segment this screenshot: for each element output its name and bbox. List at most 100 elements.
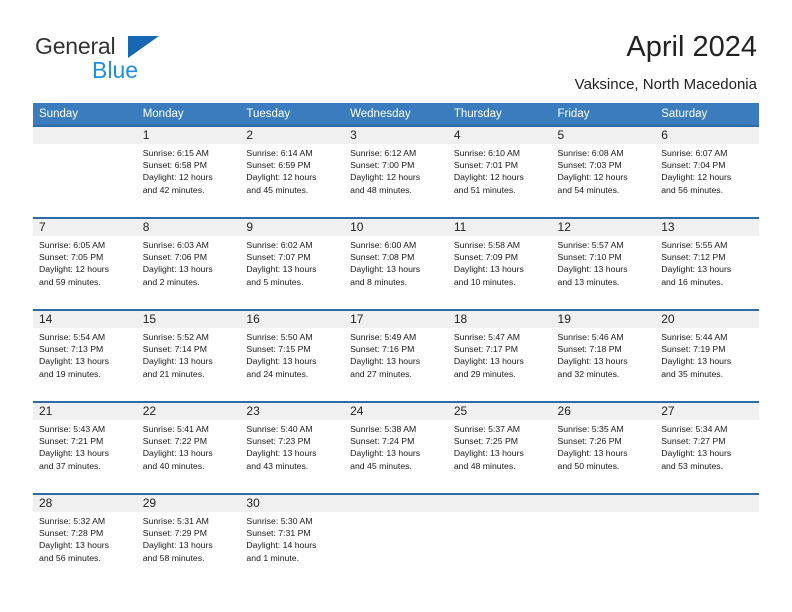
- sunset-text: Sunset: 7:21 PM: [39, 436, 104, 447]
- day-cell[interactable]: 10 Sunrise: 6:00 AM Sunset: 7:08 PM Dayl…: [344, 219, 448, 309]
- day-cell[interactable]: 26 Sunrise: 5:35 AM Sunset: 7:26 PM Dayl…: [551, 403, 656, 493]
- day-cell[interactable]: 4 Sunrise: 6:10 AM Sunset: 7:01 PM Dayli…: [447, 127, 552, 217]
- day-cell[interactable]: 12 Sunrise: 5:57 AM Sunset: 7:10 PM Dayl…: [551, 219, 656, 309]
- sunrise-text: Sunrise: 5:31 AM: [142, 516, 209, 526]
- daylight-text-line2: and 1 minute.: [246, 552, 300, 563]
- day-cell[interactable]: 5 Sunrise: 6:08 AM Sunset: 7:03 PM Dayli…: [551, 127, 656, 217]
- day-cell[interactable]: 22 Sunrise: 5:41 AM Sunset: 7:22 PM Dayl…: [136, 403, 241, 493]
- day-cell[interactable]: 25 Sunrise: 5:37 AM Sunset: 7:25 PM Dayl…: [447, 403, 552, 493]
- daylight-text-line1: Daylight: 13 hours: [453, 264, 524, 275]
- day-cell[interactable]: 14 Sunrise: 5:54 AM Sunset: 7:13 PM Dayl…: [33, 311, 137, 401]
- day-cell[interactable]: 17 Sunrise: 5:49 AM Sunset: 7:16 PM Dayl…: [344, 311, 448, 401]
- day-cell[interactable]: 15 Sunrise: 5:52 AM Sunset: 7:14 PM Dayl…: [136, 311, 241, 401]
- weekday-header-wednesday: Wednesday: [350, 108, 411, 120]
- daylight-text-line1: Daylight: 13 hours: [142, 540, 213, 551]
- day-cell[interactable]: [344, 495, 448, 583]
- day-cell[interactable]: 6 Sunrise: 6:07 AM Sunset: 7:04 PM Dayli…: [655, 127, 759, 217]
- sunset-text: Sunset: 7:22 PM: [142, 436, 207, 447]
- daylight-text-line1: Daylight: 12 hours: [246, 172, 317, 183]
- sunrise-text: Sunrise: 5:55 AM: [661, 240, 728, 250]
- day-number: 11: [447, 219, 552, 236]
- weekday-header-thursday: Thursday: [453, 108, 502, 120]
- sunset-text: Sunset: 7:23 PM: [246, 436, 311, 447]
- sunrise-text: Sunrise: 5:57 AM: [557, 240, 624, 250]
- day-cell[interactable]: 21 Sunrise: 5:43 AM Sunset: 7:21 PM Dayl…: [33, 403, 137, 493]
- day-cell[interactable]: 24 Sunrise: 5:38 AM Sunset: 7:24 PM Dayl…: [344, 403, 448, 493]
- daylight-text-line2: and 24 minutes.: [246, 368, 309, 379]
- sunrise-text: Sunrise: 6:00 AM: [350, 240, 417, 250]
- weekday-header-saturday: Saturday: [661, 108, 708, 120]
- day-number: 14: [33, 311, 137, 328]
- day-cell[interactable]: 11 Sunrise: 5:58 AM Sunset: 7:09 PM Dayl…: [447, 219, 552, 309]
- day-cell[interactable]: 16 Sunrise: 5:50 AM Sunset: 7:15 PM Dayl…: [240, 311, 345, 401]
- daylight-text-line1: Daylight: 13 hours: [246, 356, 317, 367]
- sunrise-text: Sunrise: 5:35 AM: [557, 424, 624, 434]
- day-cell[interactable]: 27 Sunrise: 5:34 AM Sunset: 7:27 PM Dayl…: [655, 403, 759, 493]
- day-info: [344, 512, 448, 515]
- day-cell[interactable]: 7 Sunrise: 6:05 AM Sunset: 7:05 PM Dayli…: [33, 219, 137, 309]
- sunset-text: Sunset: 7:14 PM: [142, 344, 207, 355]
- daylight-text-line1: Daylight: 13 hours: [557, 356, 628, 367]
- day-info: Sunrise: 5:44 AM Sunset: 7:19 PM Dayligh…: [655, 328, 759, 380]
- title-block: April 2024 Vaksince, North Macedonia: [575, 30, 757, 94]
- sunrise-text: Sunrise: 5:32 AM: [39, 516, 106, 526]
- sunrise-text: Sunrise: 5:44 AM: [661, 332, 728, 342]
- day-cell[interactable]: 8 Sunrise: 6:03 AM Sunset: 7:06 PM Dayli…: [136, 219, 241, 309]
- sunrise-text: Sunrise: 6:14 AM: [246, 148, 313, 158]
- day-number: 8: [136, 219, 241, 236]
- sunset-text: Sunset: 7:26 PM: [557, 436, 622, 447]
- sunset-text: Sunset: 6:59 PM: [246, 160, 311, 171]
- day-cell[interactable]: 20 Sunrise: 5:44 AM Sunset: 7:19 PM Dayl…: [655, 311, 759, 401]
- sunset-text: Sunset: 7:24 PM: [350, 436, 415, 447]
- day-cell[interactable]: 18 Sunrise: 5:47 AM Sunset: 7:17 PM Dayl…: [447, 311, 552, 401]
- day-info: Sunrise: 6:03 AM Sunset: 7:06 PM Dayligh…: [137, 236, 241, 288]
- sunrise-text: Sunrise: 5:58 AM: [453, 240, 520, 250]
- sunset-text: Sunset: 7:31 PM: [246, 528, 311, 539]
- day-cell[interactable]: 3 Sunrise: 6:12 AM Sunset: 7:00 PM Dayli…: [344, 127, 448, 217]
- day-cell[interactable]: 23 Sunrise: 5:40 AM Sunset: 7:23 PM Dayl…: [240, 403, 345, 493]
- day-cell[interactable]: [33, 127, 137, 217]
- day-number: [655, 495, 759, 512]
- sunset-text: Sunset: 7:10 PM: [557, 252, 622, 263]
- daylight-text-line1: Daylight: 13 hours: [142, 264, 213, 275]
- day-number: 6: [655, 127, 759, 144]
- day-cell[interactable]: 1 Sunrise: 6:15 AM Sunset: 6:58 PM Dayli…: [136, 127, 241, 217]
- day-cell[interactable]: [447, 495, 552, 583]
- daylight-text-line2: and 42 minutes.: [142, 184, 205, 195]
- day-number: 19: [551, 311, 656, 328]
- sunset-text: Sunset: 7:15 PM: [246, 344, 311, 355]
- day-info: [33, 144, 137, 147]
- day-info: Sunrise: 6:05 AM Sunset: 7:05 PM Dayligh…: [33, 236, 137, 288]
- sunrise-text: Sunrise: 5:43 AM: [39, 424, 106, 434]
- day-cell[interactable]: 28 Sunrise: 5:32 AM Sunset: 7:28 PM Dayl…: [33, 495, 137, 583]
- day-number: [447, 495, 552, 512]
- day-number: 25: [447, 403, 552, 420]
- sunset-text: Sunset: 7:00 PM: [350, 160, 415, 171]
- sunset-text: Sunset: 7:18 PM: [557, 344, 622, 355]
- day-cell[interactable]: 30 Sunrise: 5:30 AM Sunset: 7:31 PM Dayl…: [240, 495, 345, 583]
- day-info: Sunrise: 5:52 AM Sunset: 7:14 PM Dayligh…: [137, 328, 241, 380]
- daylight-text-line2: and 5 minutes.: [246, 276, 304, 287]
- daylight-text-line1: Daylight: 13 hours: [453, 356, 524, 367]
- sunset-text: Sunset: 7:25 PM: [453, 436, 519, 447]
- sunrise-text: Sunrise: 6:05 AM: [39, 240, 106, 250]
- sunrise-text: Sunrise: 6:08 AM: [557, 148, 624, 158]
- day-number: 7: [33, 219, 137, 236]
- day-cell[interactable]: [551, 495, 656, 583]
- sunrise-text: Sunrise: 5:50 AM: [246, 332, 313, 342]
- sunset-text: Sunset: 7:01 PM: [453, 160, 519, 171]
- day-cell[interactable]: 19 Sunrise: 5:46 AM Sunset: 7:18 PM Dayl…: [551, 311, 656, 401]
- daylight-text-line2: and 48 minutes.: [453, 460, 516, 471]
- daylight-text-line1: Daylight: 13 hours: [142, 356, 213, 367]
- general-blue-logo[interactable]: General Blue: [35, 33, 265, 83]
- sunrise-text: Sunrise: 6:07 AM: [661, 148, 728, 158]
- day-info: Sunrise: 6:15 AM Sunset: 6:58 PM Dayligh…: [137, 144, 241, 196]
- day-cell[interactable]: 13 Sunrise: 5:55 AM Sunset: 7:12 PM Dayl…: [655, 219, 759, 309]
- day-info: Sunrise: 5:55 AM Sunset: 7:12 PM Dayligh…: [655, 236, 759, 288]
- day-cell[interactable]: 29 Sunrise: 5:31 AM Sunset: 7:29 PM Dayl…: [136, 495, 241, 583]
- day-cell[interactable]: 9 Sunrise: 6:02 AM Sunset: 7:07 PM Dayli…: [240, 219, 345, 309]
- day-info: Sunrise: 5:37 AM Sunset: 7:25 PM Dayligh…: [448, 420, 552, 472]
- day-cell[interactable]: 2 Sunrise: 6:14 AM Sunset: 6:59 PM Dayli…: [240, 127, 345, 217]
- day-info: Sunrise: 5:50 AM Sunset: 7:15 PM Dayligh…: [240, 328, 344, 380]
- day-cell[interactable]: [655, 495, 759, 583]
